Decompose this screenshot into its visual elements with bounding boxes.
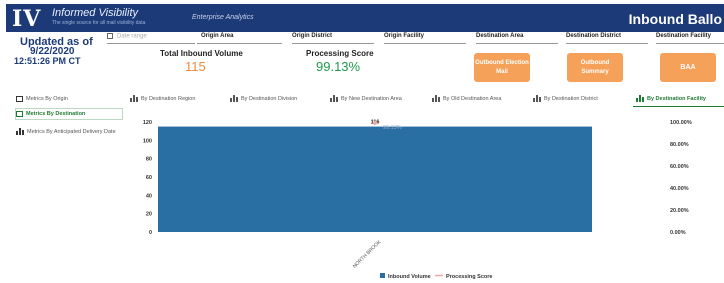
tab-by-destination-region[interactable]: By Destination Region — [130, 95, 195, 102]
bar-chart-icon — [16, 128, 24, 135]
origin-facility-filter[interactable]: Origin Facility — [384, 33, 466, 44]
left-item-label: Metrics By Origin — [26, 96, 68, 102]
bar-chart-icon — [533, 95, 541, 102]
brand-subtitle: The single source for all mail visibilit… — [52, 20, 146, 26]
processing-score-value: 99.13% — [316, 59, 361, 74]
volume-bar — [158, 126, 592, 232]
origin-area-filter[interactable]: Origin Area — [197, 33, 282, 44]
metrics-by-anticipated-delivery-date-item[interactable]: Metrics By Anticipated Delivery Date — [16, 128, 116, 135]
button-label: Outbound Summary — [580, 59, 610, 75]
bar-chart-icon — [330, 95, 338, 102]
bar-chart-icon — [230, 95, 238, 102]
tab-by-new-destination-area[interactable]: By New Destination Area — [330, 95, 402, 102]
destination-facility-chart: 120 100 80 60 40 20 0 100.00% 80.00% 60.00% 40.00%… — [130, 108, 724, 283]
y2-axis-tick-label: 60.00% — [670, 164, 689, 170]
calendar-icon — [107, 33, 113, 39]
outbound-summary-button[interactable]: Outbound Summary — [567, 53, 623, 82]
y2-axis-tick-label: 20.00% — [670, 208, 689, 214]
y2-axis-tick-label: 80.00% — [670, 142, 689, 148]
tab-label: By Destination Division — [241, 95, 298, 102]
y-axis-tick-label: 120 — [143, 120, 152, 126]
processing-score-label: Processing Score — [306, 49, 374, 58]
y-axis-tick-label: 80 — [146, 157, 152, 163]
y2-axis-tick-label: 100.00% — [670, 120, 692, 126]
tab-by-destination-facility[interactable]: By Destination Facility — [636, 95, 706, 102]
enterprise-analytics-link[interactable]: Enterprise Analytics — [192, 14, 254, 21]
metrics-by-destination-item[interactable]: Metrics By Destination — [16, 111, 85, 117]
outbound-election-mail-button[interactable]: Outbound Election Mail — [474, 53, 530, 82]
tab-label: By New Destination Area — [341, 95, 402, 102]
y2-axis-tick-label: 40.00% — [670, 186, 689, 192]
app-logo: IV — [12, 6, 42, 32]
destination-area-filter[interactable]: Destination Area — [476, 33, 558, 44]
list-icon — [16, 111, 23, 117]
score-data-label: 99.13% — [383, 125, 402, 131]
date-range-label: Date range — [117, 33, 147, 40]
left-item-label: Metrics By Destination — [26, 111, 86, 117]
page-title: Inbound Ballo — [628, 11, 722, 27]
y-axis-tick-label: 20 — [146, 212, 152, 218]
tab-label: By Destination Facility — [647, 95, 706, 102]
filter-label: Origin Facility — [384, 33, 425, 39]
tab-label: By Destination Region — [141, 95, 196, 102]
filter-label: Origin District — [292, 33, 333, 39]
brand-title: Informed Visibility — [52, 7, 138, 19]
list-icon — [16, 96, 23, 102]
chart-svg: 120 100 80 60 40 20 0 100.00% 80.00% 60.00% 40.00%… — [143, 120, 692, 280]
bar-chart-icon — [432, 95, 440, 102]
filter-label: Origin Area — [201, 33, 234, 39]
total-inbound-volume-label: Total Inbound Volume — [160, 49, 243, 58]
score-point — [373, 120, 377, 125]
tab-by-destination-district[interactable]: By Destination District — [533, 95, 598, 102]
filter-label: Destination Area — [476, 33, 524, 39]
tab-by-destination-division[interactable]: By Destination Division — [230, 95, 297, 102]
tab-by-old-destination-area[interactable]: By Old Destination Area — [432, 95, 501, 102]
tab-label: By Destination District — [544, 95, 598, 102]
date-range-filter[interactable]: Date range — [107, 33, 195, 44]
y-axis-tick-label: 0 — [149, 230, 152, 236]
origin-district-filter[interactable]: Origin District — [292, 33, 374, 44]
x-axis-category-label: NORTH BROOK — [352, 239, 383, 270]
filter-label: Destination District — [566, 33, 622, 39]
y-axis-tick-label: 100 — [143, 138, 152, 144]
legend-label-score: Processing Score — [446, 274, 492, 280]
button-label: Outbound Election Mail — [475, 59, 529, 75]
y-axis-tick-label: 40 — [146, 193, 152, 199]
bar-chart-icon — [636, 95, 644, 102]
tab-label: By Old Destination Area — [443, 95, 502, 102]
legend-swatch-volume — [380, 273, 385, 278]
filter-label: Destination Facility — [656, 33, 712, 39]
updated-time: 12:51:26 PM CT — [14, 56, 81, 66]
y-axis-tick-label: 60 — [146, 175, 152, 181]
total-inbound-volume-value: 115 — [185, 59, 206, 74]
button-label: BAA — [680, 64, 696, 71]
active-tab-underline — [633, 106, 724, 107]
left-item-label: Metrics By Anticipated Delivery Date — [27, 128, 116, 135]
y2-axis-tick-label: 0.00% — [670, 230, 686, 236]
app-header: IV Informed Visibility The single source… — [6, 4, 724, 32]
legend-label-volume: Inbound Volume — [388, 274, 431, 280]
destination-facility-filter[interactable]: Destination Facility — [656, 33, 724, 44]
bar-chart-icon — [130, 95, 138, 102]
metrics-by-origin-item[interactable]: Metrics By Origin — [16, 96, 68, 102]
destination-district-filter[interactable]: Destination District — [566, 33, 648, 44]
baa-button[interactable]: BAA — [660, 53, 716, 82]
